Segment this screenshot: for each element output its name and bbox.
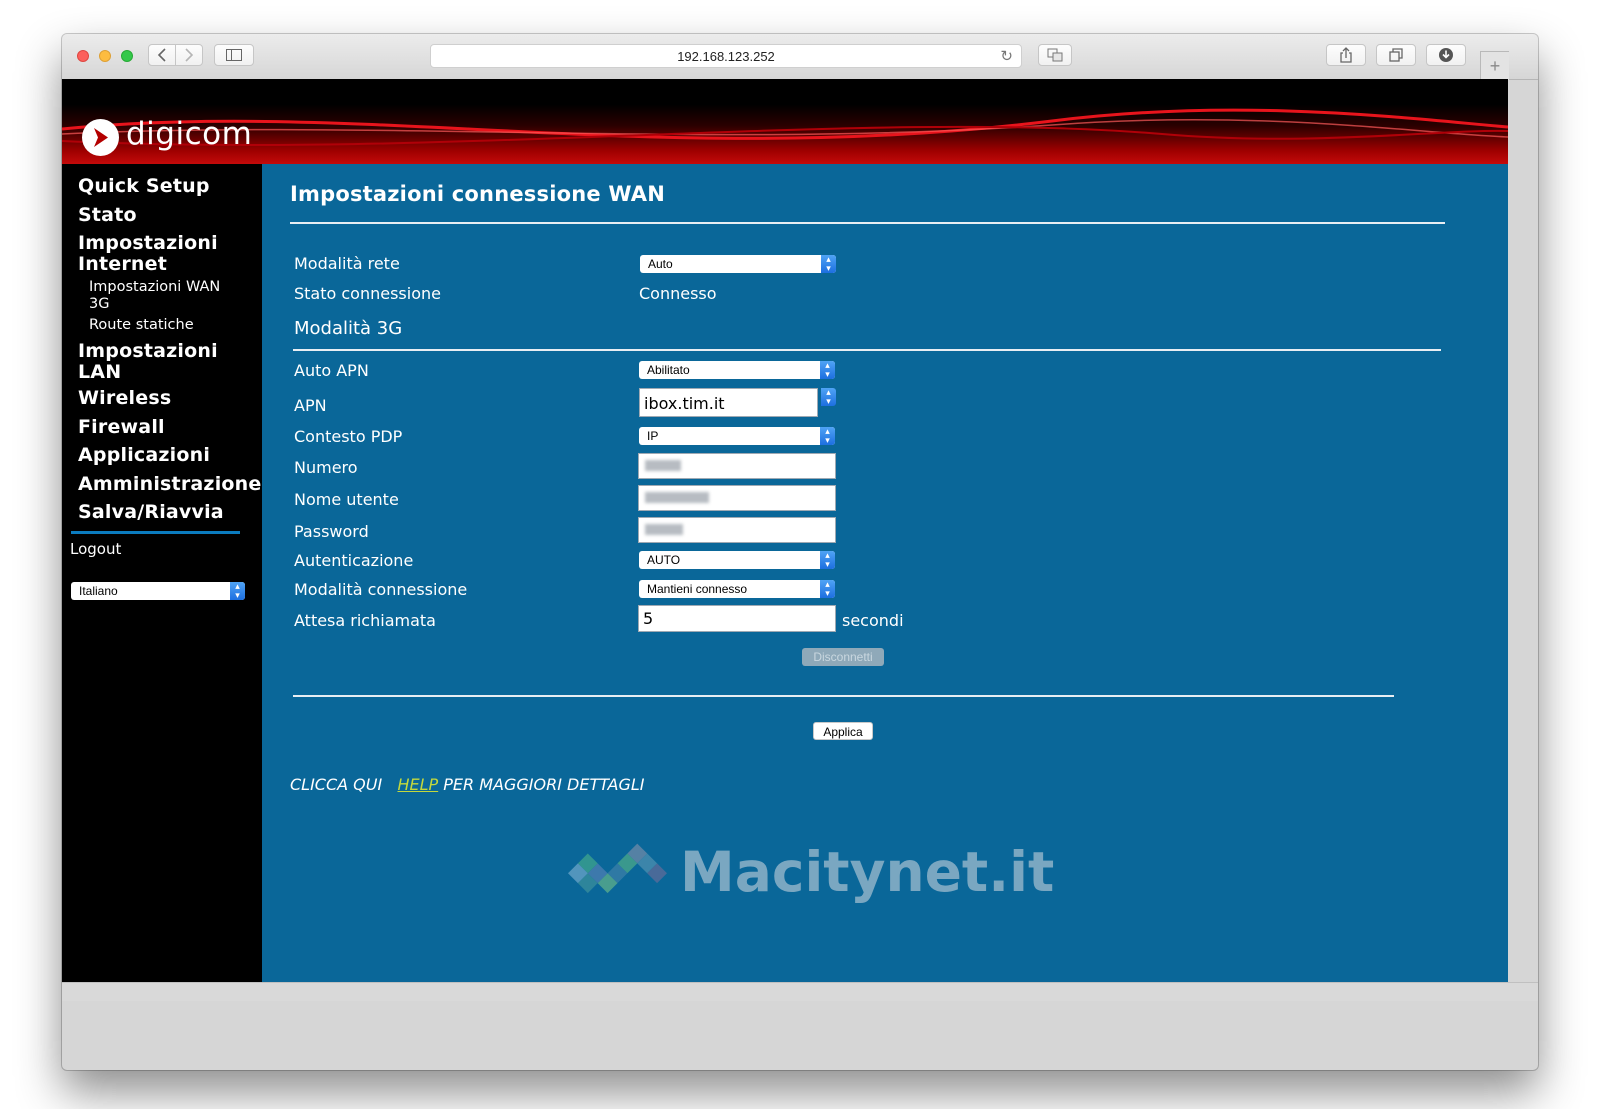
new-tab-icon[interactable]: + <box>1480 51 1509 80</box>
redacted-value <box>645 460 681 471</box>
share-button[interactable] <box>1326 44 1366 66</box>
apn-label: APN <box>294 396 327 415</box>
downloads-button[interactable] <box>1426 44 1466 66</box>
logout-link[interactable]: Logout <box>70 540 121 558</box>
auto-apn-value: Abilitato <box>647 363 690 377</box>
sidebar-item-impostazioni-internet[interactable]: Impostazioni Internet <box>78 233 228 275</box>
select-arrows-icon: ▴ ▾ <box>820 551 835 569</box>
sidebar-item-salva-riavvia[interactable]: Salva/Riavvia <box>78 502 224 523</box>
watermark-text: Macitynet.it <box>680 840 1055 904</box>
header-banner: digicom <box>62 79 1508 164</box>
select-arrows-icon: ▴ ▾ <box>230 582 245 600</box>
nome-utente-input[interactable] <box>638 485 836 511</box>
browser-toolbar: 192.168.123.252 ↻ + <box>62 34 1538 80</box>
apn-select[interactable]: ▴ ▾ <box>818 388 836 406</box>
apn-input[interactable]: ibox.tim.it <box>639 388 818 417</box>
select-arrows-icon: ▴ ▾ <box>821 255 836 273</box>
modalita-connessione-value: Mantieni connesso <box>647 582 748 596</box>
numero-label: Numero <box>294 458 358 477</box>
password-label: Password <box>294 522 369 541</box>
translate-icon <box>1047 48 1063 62</box>
auto-apn-select[interactable]: Abilitato ▴ ▾ <box>639 361 835 379</box>
section-modalita-3g: Modalità 3G <box>294 318 403 339</box>
tabs-icon <box>1389 48 1403 62</box>
autenticazione-select[interactable]: AUTO ▴ ▾ <box>639 551 835 569</box>
sidebar-divider <box>71 531 240 534</box>
reload-icon[interactable]: ↻ <box>1000 47 1013 65</box>
download-icon <box>1439 48 1453 62</box>
minimize-window-button[interactable] <box>99 50 111 62</box>
sidebar-toggle-icon <box>226 49 242 61</box>
sidebar-item-impostazioni-lan[interactable]: Impostazioni LAN <box>78 341 228 383</box>
forward-button[interactable] <box>175 44 203 66</box>
help-line: CLICCA QUI HELP PER MAGGIORI DETTAGLI <box>290 775 645 794</box>
select-arrows-icon: ▴ ▾ <box>820 427 835 445</box>
sidebar-item-quick-setup[interactable]: Quick Setup <box>78 176 210 197</box>
stato-connessione-label: Stato connessione <box>294 284 441 303</box>
attesa-richiamata-label: Attesa richiamata <box>294 611 436 630</box>
apply-button[interactable]: Applica <box>813 722 873 740</box>
select-arrows-icon: ▴ ▾ <box>820 361 835 379</box>
forward-icon <box>185 48 194 62</box>
sidebar-item-applicazioni[interactable]: Applicazioni <box>78 445 210 466</box>
digicom-logo-icon <box>82 119 119 156</box>
sidebar-item-stato[interactable]: Stato <box>78 205 137 226</box>
browser-statusbar <box>62 982 1538 1001</box>
stato-connessione-value: Connesso <box>639 284 717 303</box>
language-select-value: Italiano <box>79 584 118 598</box>
router-page: digicom Quick Setup Stato Impostazioni I… <box>62 79 1508 982</box>
url-text: 192.168.123.252 <box>677 48 775 64</box>
modalita-rete-value: Auto <box>648 257 673 271</box>
sidebar-subitem-impostazioni-wan-3g[interactable]: Impostazioni WAN 3G <box>89 279 239 313</box>
close-window-button[interactable] <box>77 50 89 62</box>
attesa-richiamata-unit: secondi <box>842 611 904 630</box>
auto-apn-label: Auto APN <box>294 361 369 380</box>
contesto-pdp-value: IP <box>647 429 659 443</box>
autenticazione-label: Autenticazione <box>294 551 414 570</box>
modalita-rete-label: Modalità rete <box>294 254 400 273</box>
sidebar-item-firewall[interactable]: Firewall <box>78 417 165 438</box>
language-select[interactable]: Italiano ▴ ▾ <box>71 582 245 600</box>
bottom-divider <box>293 695 1394 697</box>
redacted-value <box>645 524 683 535</box>
macitynet-watermark-icon <box>567 843 667 894</box>
contesto-pdp-label: Contesto PDP <box>294 427 403 446</box>
address-bar[interactable]: 192.168.123.252 ↻ <box>430 44 1022 68</box>
sidebar-subitem-route-statiche[interactable]: Route statiche <box>89 317 194 334</box>
main-content: Impostazioni connessione WAN Modalità re… <box>262 164 1508 982</box>
attesa-richiamata-input[interactable]: 5 <box>638 605 836 632</box>
share-icon <box>1340 47 1352 63</box>
sidebar-toggle-button[interactable] <box>214 44 254 66</box>
disconnect-button[interactable]: Disconnetti <box>802 648 884 666</box>
redacted-value <box>645 492 709 503</box>
page-title: Impostazioni connessione WAN <box>290 182 665 206</box>
translate-button[interactable] <box>1038 44 1072 66</box>
zoom-window-button[interactable] <box>121 50 133 62</box>
brand-logo-text: digicom <box>126 116 253 152</box>
modalita-connessione-select[interactable]: Mantieni connesso ▴ ▾ <box>639 580 835 598</box>
banner-waves <box>62 108 1508 146</box>
select-arrows-icon: ▴ ▾ <box>820 580 835 598</box>
modalita-rete-select[interactable]: Auto ▴ ▾ <box>640 255 836 273</box>
title-divider <box>290 222 1445 224</box>
back-icon <box>157 48 166 62</box>
password-input[interactable] <box>638 517 836 543</box>
modalita-connessione-label: Modalità connessione <box>294 580 468 599</box>
sidebar-item-amministrazione[interactable]: Amministrazione <box>78 474 261 495</box>
help-suffix: PER MAGGIORI DETTAGLI <box>443 775 645 794</box>
back-button[interactable] <box>148 44 176 66</box>
autenticazione-value: AUTO <box>647 553 681 567</box>
help-prefix: CLICCA QUI <box>290 775 383 794</box>
select-arrows-icon: ▴ ▾ <box>821 388 836 406</box>
sidebar-item-wireless[interactable]: Wireless <box>78 388 171 409</box>
nome-utente-label: Nome utente <box>294 490 399 509</box>
sidebar: Quick Setup Stato Impostazioni Internet … <box>62 164 262 982</box>
contesto-pdp-select[interactable]: IP ▴ ▾ <box>639 427 835 445</box>
section-divider <box>293 349 1441 351</box>
help-link[interactable]: HELP <box>397 775 438 794</box>
browser-window: 192.168.123.252 ↻ + digicom Quick Setup … <box>62 34 1538 1070</box>
tabs-overview-button[interactable] <box>1376 44 1416 66</box>
numero-input[interactable] <box>638 453 836 479</box>
